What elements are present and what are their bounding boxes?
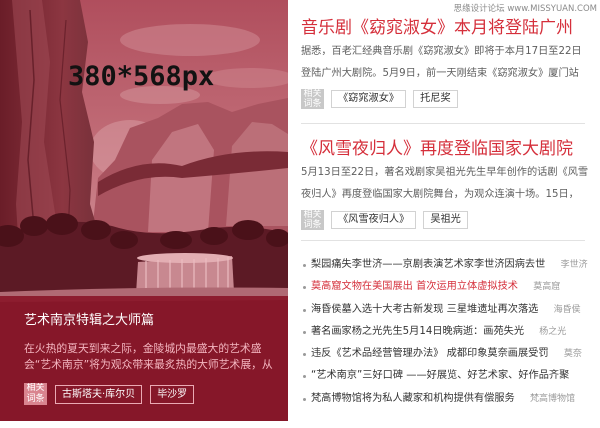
news-list: 梨园痛失李世济——京剧表演艺术家李世济因病去世 李世济 莫高窟文物在美国展出 首… <box>301 254 597 410</box>
news-title[interactable]: 莫高窟文物在美国展出 首次运用立体虚拟技术 <box>311 281 518 292</box>
news-title[interactable]: “艺术南京”三好口碑 ——好展览、好艺术家、好作品齐聚 <box>311 370 569 381</box>
tree <box>232 220 264 240</box>
tree <box>200 227 228 245</box>
related-tag[interactable]: 古斯塔夫·库尔贝 <box>55 384 143 404</box>
feature-caption: 艺术南京特辑之大师篇 在火热的夏天到来之际，金陵城内最盛大的艺术盛 会“艺术南京… <box>0 296 288 421</box>
news-item[interactable]: 海昏侯墓入选十大考古新发现 三星堆遗址再次落选 海昏侯 <box>301 299 597 321</box>
article-description-line: 登陆广州大剧院。5月9日，前一天刚结束《窈窕淑女》厦门站 <box>301 68 579 79</box>
article: 《风雪夜归人》再度登临国家大剧院 5月13日至22日，著名戏剧家吴祖光先生早年创… <box>301 136 591 230</box>
feature-description-line: 在火热的夏天到来之际，金陵城内最盛大的艺术盛 <box>24 342 262 355</box>
bullet-dot <box>303 375 306 379</box>
related-tag[interactable]: 毕沙罗 <box>150 384 195 404</box>
news-item[interactable]: 莫高窟文物在美国展出 首次运用立体虚拟技术 莫高窟 <box>301 276 597 298</box>
tree <box>20 216 48 236</box>
feature-description: 在火热的夏天到来之际，金陵城内最盛大的艺术盛 会“艺术南京”将为观众带来最炙热的… <box>24 341 286 373</box>
bullet-dot <box>303 353 306 357</box>
article-related-tags: 相关词条 《窈窕淑女》 托尼奖 <box>301 89 591 109</box>
feature-title[interactable]: 艺术南京特辑之大师篇 <box>24 309 154 333</box>
tree <box>160 231 192 249</box>
news-tag[interactable]: 梵高博物馆 <box>530 394 575 404</box>
news-item[interactable]: 违反《艺术品经营管理办法》 成都印象莫奈画展受罚 莫奈 <box>301 343 597 365</box>
article-description: 5月13日至22日，著名戏剧家吴祖光先生早年创作的话剧《风雪 夜归人》再度登临国… <box>301 162 591 206</box>
related-label: 相关词条 <box>24 383 47 405</box>
news-item[interactable]: 著名画家杨之光先生5月14日晚病逝：画苑失光 杨之光 <box>301 321 597 343</box>
news-tag[interactable]: 莫奈 <box>564 349 582 359</box>
article-description-line: 5月13日至22日，著名戏剧家吴祖光先生早年创作的话剧《风雪 <box>301 167 589 178</box>
news-title[interactable]: 著名画家杨之光先生5月14日晚病逝：画苑失光 <box>311 326 524 337</box>
related-tag[interactable]: 《窈窕淑女》 <box>331 90 407 108</box>
bullet-dot <box>303 308 306 312</box>
news-title[interactable]: 梵高博物馆将为私人藏家和机构提供有偿服务 <box>311 393 515 404</box>
news-item[interactable]: 梵高博物馆将为私人藏家和机构提供有偿服务 梵高博物馆 <box>301 388 597 410</box>
news-item[interactable]: “艺术南京”三好口碑 ——好展览、好艺术家、好作品齐聚 <box>301 365 597 387</box>
article-description-line: 据悉，百老汇经典音乐剧《窈窕淑女》即将于本月17日至22日 <box>301 46 582 57</box>
article-description-line: 夜归人》再度登临国家大剧院舞台，为观众连演十场。15日， <box>301 189 579 200</box>
related-tag[interactable]: 托尼奖 <box>413 90 458 108</box>
related-label: 相关词条 <box>301 89 324 109</box>
tree <box>46 213 78 235</box>
news-title[interactable]: 梨园痛失李世济——京剧表演艺术家李世济因病去世 <box>311 259 545 270</box>
news-tag[interactable]: 李世济 <box>561 260 588 270</box>
related-label: 相关词条 <box>301 210 324 230</box>
related-tag[interactable]: 《风雪夜归人》 <box>331 211 417 229</box>
news-item[interactable]: 梨园痛失李世济——京剧表演艺术家李世济因病去世 李世济 <box>301 254 597 276</box>
divider <box>301 240 585 241</box>
bullet-dot <box>303 397 306 401</box>
watermark: 思缘设计论坛 www.MISSYUAN.COM <box>453 4 597 14</box>
image-size-label: 380*568px <box>68 61 215 92</box>
feature-card[interactable]: 380*568px 艺术南京特辑之大师篇 在火热的夏天到来之际，金陵城内最盛大的… <box>0 0 288 421</box>
news-tag[interactable]: 莫高窟 <box>533 282 560 292</box>
news-title[interactable]: 海昏侯墓入选十大考古新发现 三星堆遗址再次落选 <box>311 304 538 315</box>
tree <box>81 220 111 240</box>
bullet-dot <box>303 330 306 334</box>
article-related-tags: 相关词条 《风雪夜归人》 吴祖光 <box>301 210 591 230</box>
tree <box>110 231 138 249</box>
article-title[interactable]: 音乐剧《窈窕淑女》本月将登陆广州 <box>301 15 591 41</box>
related-tag[interactable]: 吴祖光 <box>423 211 468 229</box>
news-title[interactable]: 违反《艺术品经营管理办法》 成都印象莫奈画展受罚 <box>311 348 549 359</box>
bullet-dot <box>303 286 306 290</box>
news-tag[interactable]: 杨之光 <box>539 327 566 337</box>
divider <box>301 123 585 124</box>
feature-description-line: 会“艺术南京”将为观众带来最炙热的大师艺术展，从 <box>24 358 273 371</box>
article-title[interactable]: 《风雪夜归人》再度登临国家大剧院 <box>301 136 591 162</box>
article-description: 据悉，百老汇经典音乐剧《窈窕淑女》即将于本月17日至22日 登陆广州大剧院。5月… <box>301 41 591 85</box>
feature-related-tags: 相关词条 古斯塔夫·库尔贝 毕沙罗 <box>24 383 195 405</box>
bullet-dot <box>303 264 306 267</box>
cloud <box>120 24 260 56</box>
article: 音乐剧《窈窕淑女》本月将登陆广州 据悉，百老汇经典音乐剧《窈窕淑女》即将于本月1… <box>301 15 591 109</box>
news-tag[interactable]: 海昏侯 <box>554 305 581 315</box>
